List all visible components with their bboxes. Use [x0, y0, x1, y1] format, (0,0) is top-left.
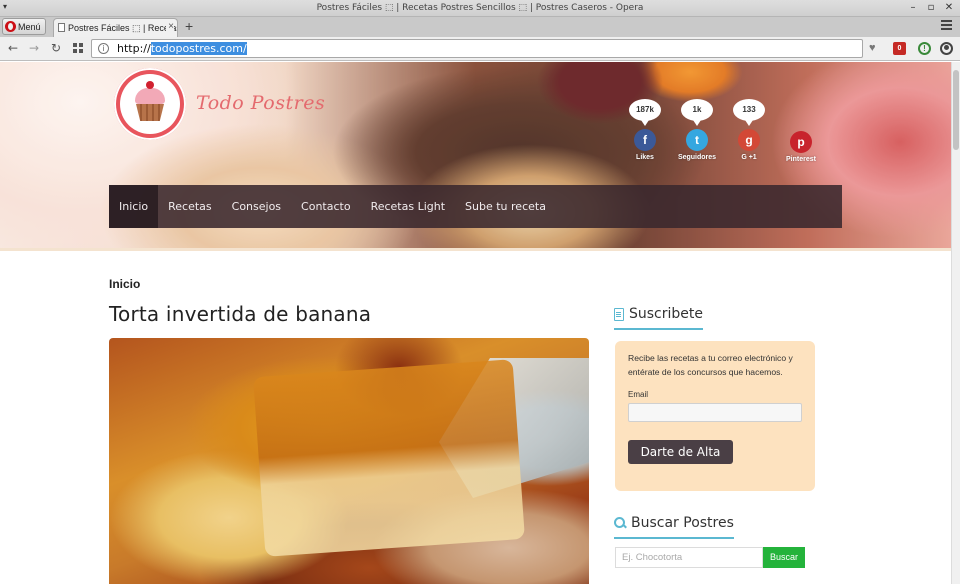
breadcrumb: Inicio [109, 277, 141, 291]
search-icon [614, 517, 626, 529]
page-icon [58, 23, 65, 32]
account-icon[interactable] [940, 42, 953, 55]
url-selected-text: todopostres.com/ [150, 42, 247, 55]
header-divider [0, 248, 951, 251]
opera-logo-icon [5, 21, 16, 32]
post-title[interactable]: Torta invertida de banana [109, 302, 371, 326]
cupcake-cherry-icon [146, 81, 154, 89]
google-plus-count: 133 [733, 99, 765, 126]
nav-item-inicio[interactable]: Inicio [109, 185, 159, 228]
twitter-label: Seguidores [677, 154, 717, 161]
site-info-icon[interactable]: i [98, 43, 109, 54]
speed-dial-icon[interactable] [73, 43, 83, 53]
url-prefix: http:// [117, 42, 151, 55]
window-titlebar: ▾ Postres Fáciles ⬚ | Recetas Postres Se… [0, 0, 960, 17]
email-label: Email [628, 390, 649, 399]
extension-icon[interactable]: ! [918, 42, 931, 55]
subscribe-text: Recibe las recetas a tu correo electróni… [628, 353, 793, 377]
nav-item-sube-tu-receta[interactable]: Sube tu receta [455, 185, 556, 228]
forward-icon[interactable]: → [29, 41, 39, 55]
minimize-icon[interactable]: – [908, 2, 918, 14]
site-logo[interactable] [114, 68, 186, 140]
site-name[interactable]: Todo Postres [196, 92, 325, 114]
page-viewport: Todo Postres 187k f Likes 1k t Seguidore… [0, 62, 951, 584]
search-input[interactable]: Ej. Chocotorta [615, 547, 763, 568]
social-twitter[interactable]: 1k t Seguidores [677, 99, 717, 161]
window-controls: – ▫ ✕ [908, 2, 954, 14]
post-image[interactable] [109, 338, 589, 584]
nav-item-recetas[interactable]: Recetas [158, 185, 222, 228]
social-pinterest[interactable]: p Pinterest [781, 129, 821, 163]
cake-slice-shape [253, 359, 525, 557]
search-button[interactable]: Buscar [763, 547, 805, 568]
subscribe-button[interactable]: Darte de Alta [628, 440, 733, 464]
main-nav: Inicio Recetas Consejos Contacto Recetas… [109, 185, 842, 228]
search-title: Buscar Postres [631, 515, 734, 531]
social-facebook[interactable]: 187k f Likes [625, 99, 665, 161]
opera-menu-button[interactable]: Menú [2, 18, 46, 35]
address-bar[interactable]: i http://todopostres.com/ [91, 39, 863, 58]
twitter-icon: t [686, 129, 708, 151]
facebook-icon: f [634, 129, 656, 151]
search-heading: Buscar Postres [614, 515, 734, 539]
cupcake-cream-icon [135, 88, 165, 104]
tab-bar: Menú Postres Fáciles ⬚ | Recetas Postres… [0, 17, 960, 37]
google-plus-label: G +1 [741, 154, 757, 161]
google-plus-icon: g [738, 129, 760, 151]
close-icon[interactable]: ✕ [944, 2, 954, 14]
pinterest-label: Pinterest [786, 156, 816, 163]
facebook-count: 187k [629, 99, 661, 126]
nav-item-recetas-light[interactable]: Recetas Light [361, 185, 455, 228]
cupcake-icon [136, 104, 164, 121]
subscribe-box: Recibe las recetas a tu correo electróni… [615, 341, 815, 491]
subscribe-title: Suscribete [629, 306, 703, 322]
maximize-icon[interactable]: ▫ [926, 2, 936, 14]
window-title: Postres Fáciles ⬚ | Recetas Postres Senc… [316, 3, 644, 13]
tab-close-icon[interactable]: × [166, 21, 174, 32]
scrollbar-thumb[interactable] [953, 70, 959, 150]
facebook-label: Likes [636, 154, 654, 161]
nav-item-contacto[interactable]: Contacto [291, 185, 361, 228]
tab-active[interactable]: Postres Fáciles ⬚ | Recetas Postres × [53, 18, 178, 37]
tab-menu-icon[interactable] [941, 20, 952, 32]
opera-menu-label: Menú [18, 21, 41, 32]
nav-item-consejos[interactable]: Consejos [222, 185, 291, 228]
back-icon[interactable]: ← [8, 41, 18, 55]
pinterest-icon: p [790, 131, 812, 153]
new-tab-button[interactable]: + [185, 18, 193, 34]
social-google-plus[interactable]: 133 g G +1 [729, 99, 769, 161]
subscribe-heading: Suscribete [614, 306, 703, 330]
tab-title: Postres Fáciles ⬚ | Recetas Postres [68, 23, 178, 33]
browser-toolbar: ← → ↻ i http://todopostres.com/ ♥ 0 ! [0, 37, 960, 61]
document-icon [614, 307, 624, 321]
page-scrollbar[interactable] [951, 62, 960, 584]
reload-icon[interactable]: ↻ [51, 41, 61, 55]
email-field[interactable] [628, 403, 802, 422]
twitter-count: 1k [681, 99, 713, 126]
ublock-extension-icon[interactable]: 0 [893, 42, 906, 55]
bookmark-heart-icon[interactable]: ♥ [869, 42, 876, 54]
